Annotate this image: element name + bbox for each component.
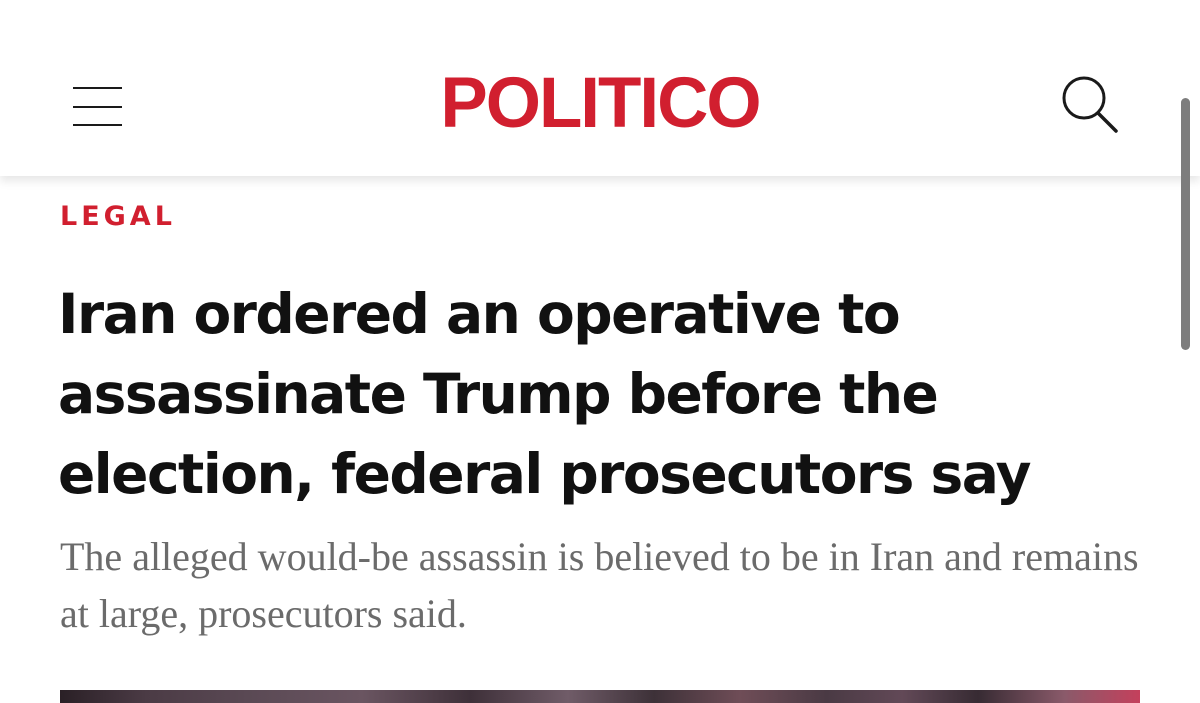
politico-logo[interactable]: POLITICO (434, 64, 766, 144)
hamburger-menu-button[interactable] (60, 76, 136, 140)
search-button[interactable] (1052, 68, 1130, 146)
section-label[interactable]: LEGAL (60, 200, 176, 234)
site-header: POLITICO (0, 0, 1200, 176)
article-headline: Iran ordered an operative to assassinate… (58, 282, 1032, 506)
article-dek: The alleged would-be assassin is believe… (60, 534, 1139, 636)
hamburger-menu-icon (73, 87, 122, 89)
search-icon (1062, 76, 1118, 133)
scrollbar[interactable] (1181, 98, 1190, 350)
article-hero-image (60, 690, 1140, 703)
hamburger-menu-icon-bar (73, 124, 122, 126)
hamburger-menu-icon-bar (73, 106, 122, 108)
